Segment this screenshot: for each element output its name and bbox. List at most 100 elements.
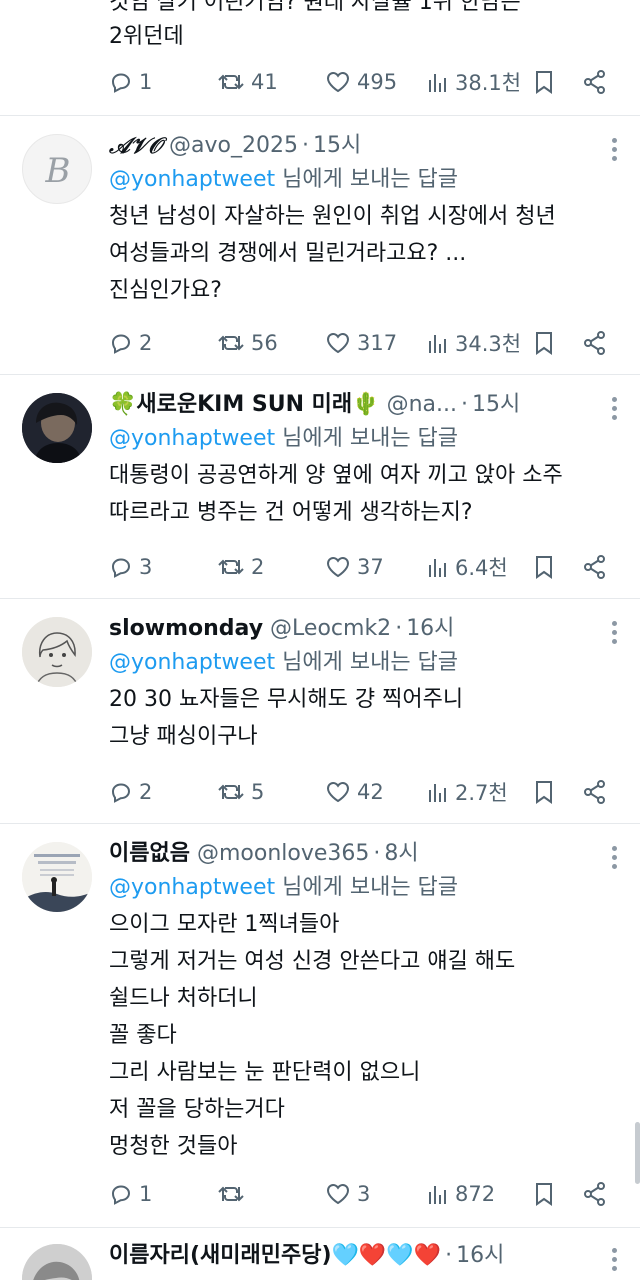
retweet-button[interactable]: 56 [217, 327, 278, 359]
timestamp[interactable]: 16시 [456, 1240, 504, 1272]
tweet-text-line: 청년 남성이 자살하는 원인이 취업 시장에서 청년 [109, 204, 556, 229]
reply-button[interactable]: 1 [109, 66, 152, 98]
share-button[interactable] [582, 551, 608, 583]
views-count: 2.7천 [455, 781, 508, 805]
tweet-actions: 1 41 495 38.1천 [109, 66, 616, 98]
share-icon [584, 331, 605, 355]
mention-link[interactable]: @yonhaptweet [109, 650, 275, 675]
like-count: 3 [357, 1182, 371, 1206]
heart-icon [326, 1183, 350, 1205]
separator-dot: · [445, 1243, 453, 1268]
timestamp[interactable]: 8시 [384, 838, 418, 870]
reply-button[interactable]: 2 [109, 327, 152, 359]
timestamp[interactable]: 15시 [472, 389, 520, 421]
retweet-button[interactable]: 41 [217, 66, 278, 98]
retweet-button[interactable]: 2 [217, 551, 264, 583]
views-count: 38.1천 [455, 71, 522, 95]
share-icon [584, 555, 605, 579]
reply-icon [111, 73, 131, 93]
more-options-icon[interactable] [612, 846, 618, 872]
avatar[interactable] [22, 1244, 92, 1280]
tweet-text-line: 여성들과의 경쟁에서 밀린거라고요? ... [109, 241, 467, 266]
share-button[interactable] [582, 327, 608, 359]
avatar[interactable]: B [22, 134, 92, 204]
tweet-text: 대통령이 공공연하게 양 옆에 여자 끼고 앉아 소주 따르라고 병주는 건 어… [109, 457, 620, 531]
reply-icon [111, 334, 131, 354]
like-button[interactable]: 42 [325, 776, 384, 808]
views-button[interactable]: 6.4천 [427, 551, 508, 583]
timestamp[interactable]: 16시 [406, 613, 454, 645]
display-name[interactable]: 🍀새로운KIM SUN 미래🌵 [109, 389, 380, 421]
reply-button[interactable]: 2 [109, 776, 152, 808]
tweet-header: slowmonday @Leocmk2 · 16시 [109, 613, 620, 645]
tweet[interactable]: 이름없음 @moonlove365 · 8시 @yonhaptweet 님에게 … [0, 824, 640, 1228]
views-icon [429, 74, 446, 92]
retweet-icon [218, 74, 244, 90]
share-button[interactable] [582, 66, 608, 98]
views-icon [429, 335, 446, 353]
views-button[interactable]: 38.1천 [427, 66, 521, 98]
tweet-actions: 2 5 42 2.7천 [109, 776, 616, 808]
more-options-icon[interactable] [612, 621, 618, 647]
user-handle[interactable]: @avo_2025 [169, 130, 298, 162]
reply-context-label: 님에게 보내는 답글 [275, 875, 459, 900]
views-count: 6.4천 [455, 556, 508, 580]
like-button[interactable]: 317 [325, 327, 397, 359]
avatar[interactable] [22, 393, 92, 463]
tweet-text-line: 저 꼴을 당하는거다 [109, 1097, 285, 1122]
like-button[interactable]: 495 [325, 66, 397, 98]
tweet-text-line: 으이그 모자란 1찍녀들아 [109, 912, 340, 937]
views-icon [429, 1186, 446, 1204]
bookmark-icon [536, 781, 552, 804]
tweet-top[interactable]: 것임 살기 어린거임? 원래 자살률 1위 한남은 2위던데 1 41 495 … [0, 0, 640, 116]
tweet[interactable]: slowmonday @Leocmk2 · 16시 @yonhaptweet 님… [0, 599, 640, 824]
scrollbar[interactable] [635, 1122, 640, 1184]
bookmark-button[interactable] [533, 776, 555, 808]
user-handle[interactable]: @na... [387, 389, 457, 421]
reply-context-label: 님에게 보내는 답글 [275, 426, 459, 451]
user-handle[interactable]: @Leocmk2 [270, 613, 391, 645]
mention-link[interactable]: @yonhaptweet [109, 426, 275, 451]
views-button[interactable]: 34.3천 [427, 327, 521, 359]
svg-text:B: B [45, 151, 71, 191]
mention-link[interactable]: @yonhaptweet [109, 167, 275, 192]
more-options-icon[interactable] [612, 138, 618, 164]
tweet-text-line: 그렇게 저거는 여성 신경 안쓴다고 얘길 해도 [109, 949, 516, 974]
bookmark-button[interactable] [533, 66, 555, 98]
bookmark-button[interactable] [533, 551, 555, 583]
bookmark-icon [536, 71, 552, 94]
display-name[interactable]: slowmonday [109, 613, 263, 645]
more-options-icon[interactable] [612, 1248, 618, 1274]
tweet[interactable]: 이름자리(새미래민주당)🩵❤️🩵❤️ · 16시 [0, 1228, 640, 1280]
retweet-button[interactable]: 5 [217, 776, 264, 808]
bookmark-button[interactable] [533, 1178, 555, 1210]
retweet-icon [218, 784, 244, 800]
share-button[interactable] [582, 1178, 608, 1210]
retweet-button[interactable] [217, 1178, 251, 1210]
views-button[interactable]: 2.7천 [427, 776, 508, 808]
retweet-count: 5 [251, 780, 265, 804]
user-handle[interactable]: @moonlove365 [197, 838, 369, 870]
separator-dot: · [395, 616, 403, 641]
reply-button[interactable]: 3 [109, 551, 152, 583]
retweet-count: 41 [251, 70, 278, 94]
like-button[interactable]: 3 [325, 1178, 370, 1210]
avatar[interactable] [22, 617, 92, 687]
tweet-header: 이름자리(새미래민주당)🩵❤️🩵❤️ · 16시 [109, 1240, 620, 1272]
tweet[interactable]: B 𝒜𝒱𝒪 @avo_2025 · 15시 @yonhaptweet 님에게 보… [0, 116, 640, 375]
views-button[interactable]: 872 [427, 1178, 495, 1210]
bookmark-button[interactable] [533, 327, 555, 359]
like-button[interactable]: 37 [325, 551, 384, 583]
display-name[interactable]: 이름자리(새미래민주당)🩵❤️🩵❤️ [109, 1240, 441, 1272]
share-button[interactable] [582, 776, 608, 808]
tweet[interactable]: 🍀새로운KIM SUN 미래🌵 @na... · 15시 @yonhaptwee… [0, 375, 640, 599]
like-count: 495 [357, 70, 398, 94]
timestamp[interactable]: 15시 [313, 130, 361, 162]
display-name[interactable]: 𝒜𝒱𝒪 [109, 130, 162, 162]
reply-button[interactable]: 1 [109, 1178, 152, 1210]
avatar[interactable] [22, 842, 92, 912]
more-options-icon[interactable] [612, 397, 618, 423]
mention-link[interactable]: @yonhaptweet [109, 875, 275, 900]
tweet-text-line: 대통령이 공공연하게 양 옆에 여자 끼고 앉아 소주 [109, 463, 563, 488]
display-name[interactable]: 이름없음 [109, 838, 190, 870]
